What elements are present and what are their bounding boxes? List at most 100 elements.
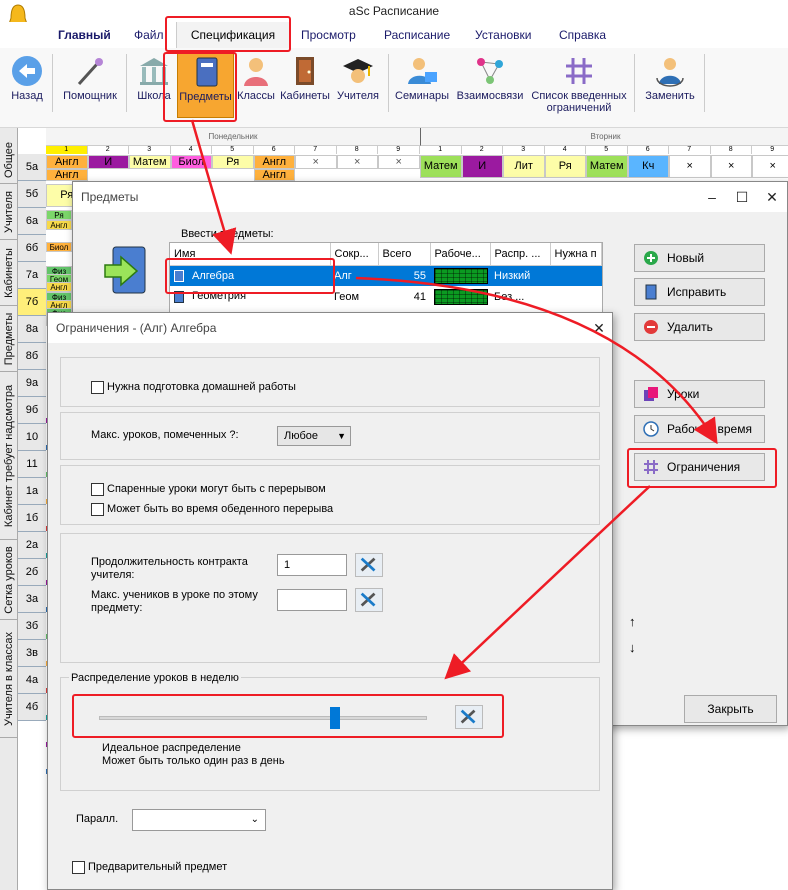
class-row-label[interactable]: 8б [18,343,46,370]
lesson-cell[interactable]: Англ [46,220,72,230]
class-row-label[interactable]: 3б [18,613,46,640]
homework-checkbox[interactable] [91,381,104,394]
wizard-button[interactable]: Помощник [58,52,122,118]
lesson-cell[interactable]: Англ [46,155,88,169]
class-row-label[interactable]: 5а [18,154,46,181]
class-row-label[interactable]: 9а [18,370,46,397]
menu-view[interactable]: Просмотр [301,22,356,48]
class-row-label[interactable]: 2б [18,559,46,586]
col-short[interactable]: Сокр... [330,243,379,266]
substitute-button[interactable]: Заменить [640,52,700,118]
seminars-button[interactable]: Семинары [392,52,452,118]
lesson-cell[interactable]: Матем [420,155,462,178]
lesson-cell[interactable]: И [461,155,503,178]
lesson-cell[interactable]: Англ [46,282,72,292]
lesson-cell[interactable]: × [669,155,711,178]
col-worktime[interactable]: Рабоче... [430,243,491,266]
lesson-cell[interactable]: × [378,155,420,169]
lesson-cell[interactable]: Англ [253,155,295,169]
chevron-down-icon: ⌄ [250,814,259,825]
lesson-cell[interactable]: Ря [212,155,254,169]
class-row-label[interactable]: 7а [18,262,46,289]
maximize-icon[interactable]: ☐ [727,182,757,212]
lesson-cell[interactable]: × [336,155,378,169]
relations-button[interactable]: Взаимосвязи [454,52,526,118]
wizard-label: Помощник [63,90,117,102]
class-row-label[interactable]: 11 [18,451,46,478]
class-row-label[interactable]: 3в [18,640,46,667]
move-up-icon[interactable]: ↑ [629,614,636,629]
max-lessons-select[interactable]: Любое ▼ [277,426,351,446]
lesson-cell[interactable]: Ря [46,210,72,220]
class-row-label[interactable]: 9б [18,397,46,424]
rooms-button[interactable]: Кабинеты [278,52,332,118]
lesson-cell[interactable]: Ря [544,155,586,178]
lesson-cell[interactable]: Матем [129,155,171,169]
class-row-label[interactable]: 7б [18,289,46,316]
side-tab-lesson-grid[interactable]: Сетка уроков [0,540,18,620]
lunch-checkbox[interactable] [91,503,104,516]
class-row-label[interactable]: 3а [18,586,46,613]
period-header: 6 [627,146,669,154]
contract-input[interactable]: 1 [277,554,347,576]
lesson-cell[interactable]: × [752,155,788,178]
lesson-cell[interactable]: × [295,155,337,169]
side-tab-teachers[interactable]: Учителя [0,184,18,240]
menu-home[interactable]: Главный [58,22,111,48]
col-needs[interactable]: Нужна п [550,243,602,266]
lesson-cell[interactable]: × [710,155,752,178]
class-row-label[interactable]: 4а [18,667,46,694]
menu-settings[interactable]: Установки [475,22,531,48]
class-row-label[interactable]: 1а [18,478,46,505]
lesson-cell[interactable]: Лит [503,155,545,178]
period-header: 4 [170,146,212,154]
new-button[interactable]: Новый [634,244,765,272]
class-row-label[interactable]: 8а [18,316,46,343]
class-row-label[interactable]: 6а [18,208,46,235]
double-break-checkbox[interactable] [91,483,104,496]
back-button[interactable]: Назад [6,52,48,118]
move-down-icon[interactable]: ↓ [629,640,636,655]
lesson-cell[interactable]: Матем [586,155,628,178]
class-row-label[interactable]: 2а [18,532,46,559]
class-row-label[interactable]: 6б [18,235,46,262]
close-icon[interactable]: ✕ [757,182,787,212]
class-row-label[interactable]: 1б [18,505,46,532]
side-tab-subjects[interactable]: Предметы [0,306,18,372]
side-tab-rooms[interactable]: Кабинеты [0,240,18,306]
class-row-label[interactable]: 5б [18,181,46,208]
constraints-list-button[interactable]: Список введенных ограничений [528,52,630,118]
class-row-label[interactable]: 4б [18,694,46,721]
classes-button[interactable]: Классы [236,52,276,118]
side-tab-teachers-in-classes[interactable]: Учителя в классах [0,620,18,738]
lesson-cell[interactable]: Биол [170,155,212,169]
wrench-icon[interactable] [355,588,383,612]
menu-file[interactable]: Файл [134,22,164,48]
delete-button[interactable]: Удалить [634,313,765,341]
close-button[interactable]: Закрыть [684,695,777,723]
period-header: 5 [586,146,628,154]
side-tab-general[interactable]: Общее [0,136,18,184]
edit-button[interactable]: Исправить [634,278,765,306]
parallel-select[interactable]: ⌄ [132,809,266,831]
close-icon[interactable]: ✕ [584,313,614,343]
menu-timetable[interactable]: Расписание [384,22,450,48]
teachers-button[interactable]: Учителя [335,52,381,118]
minimize-icon[interactable]: – [697,182,727,212]
lesson-cell[interactable]: Биол [46,242,72,252]
side-tab-room-supervision[interactable]: Кабинет требует надсмотра [0,372,18,540]
worktime-button[interactable]: Рабочее время [634,415,765,443]
menu-help[interactable]: Справка [559,22,606,48]
col-dist[interactable]: Распр. ... [490,243,551,266]
class-row-label[interactable]: 10 [18,424,46,451]
class-person-icon [244,58,268,86]
lesson-cell[interactable]: Англ [253,169,295,181]
preliminary-checkbox[interactable] [72,861,85,874]
lesson-cell[interactable]: И [87,155,129,169]
students-input[interactable] [277,589,347,611]
wrench-icon[interactable] [355,553,383,577]
lesson-cell[interactable]: Кч [627,155,669,178]
lessons-button[interactable]: Уроки [634,380,765,408]
lesson-cell[interactable]: Англ [46,169,88,181]
col-total[interactable]: Всего [378,243,431,266]
